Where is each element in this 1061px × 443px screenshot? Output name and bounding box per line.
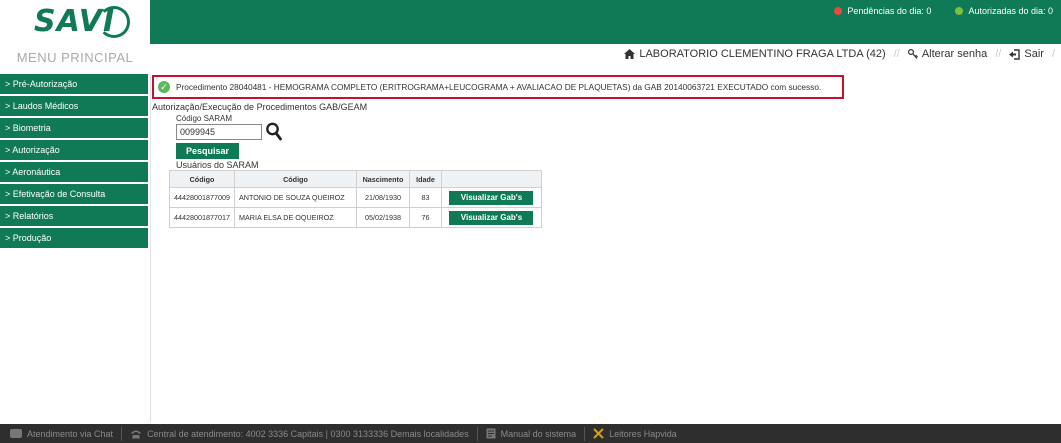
lab-info: LABORATORIO CLEMENTINO FRAGA LTDA (42) (624, 48, 886, 60)
phone-icon (131, 430, 142, 438)
column-header: Nascimento (355, 170, 410, 188)
visualizar-gabs-button[interactable]: Visualizar Gab's (449, 210, 534, 225)
logout-icon (1009, 48, 1021, 60)
lab-name: LABORATORIO CLEMENTINO FRAGA LTDA (42) (639, 48, 886, 60)
success-message: Procedimento 28040481 - HEMOGRAMA COMPLE… (176, 82, 822, 92)
table-header-row: Código Código Nascimento Idade (169, 170, 542, 188)
cell-nascimento: 21/08/1930 (355, 187, 410, 208)
success-alert: ✓ Procedimento 28040481 - HEMOGRAMA COMP… (152, 75, 844, 99)
sidebar-item-pre-autorizacao[interactable]: > Pré-Autorização (0, 74, 148, 94)
sair-button[interactable]: Sair (1009, 48, 1044, 60)
pendencias-stat[interactable]: Pendências do dia: 0 (834, 6, 931, 16)
users-table: Código Código Nascimento Idade 444280018… (169, 170, 542, 228)
sair-label: Sair (1024, 48, 1044, 60)
cell-action: Visualizar Gab's (440, 187, 542, 208)
separator: // (995, 48, 1002, 60)
chat-icon (10, 429, 22, 438)
pending-icon (834, 7, 843, 15)
column-header: Código (233, 170, 357, 188)
sidebar-item-laudos-medicos[interactable]: > Laudos Médicos (0, 96, 148, 116)
footer-leitores-link[interactable]: Leitores Hapvida (593, 428, 677, 439)
sidebar-item-aeronautica[interactable]: > Aeronáutica (0, 162, 148, 182)
column-header: Idade (408, 170, 442, 188)
authorized-icon (955, 7, 964, 15)
pendencias-label: Pendências do dia: 0 (847, 6, 932, 16)
column-header: Código (169, 170, 235, 188)
cell-codigo: 44428001877017 (169, 207, 235, 228)
footer-divider (476, 426, 478, 441)
cell-codigo: 44428001877009 (169, 187, 235, 208)
table-row: 44428001877009 ANTONIO DE SOUZA QUEIROZ … (169, 187, 542, 208)
visualizar-gabs-button[interactable]: Visualizar Gab's (449, 190, 534, 205)
logo-ring-icon (98, 6, 130, 38)
footer-bar: Atendimento via Chat Central de atendime… (0, 424, 1061, 443)
cell-nome: ANTONIO DE SOUZA QUEIROZ (233, 187, 357, 208)
separator: // (893, 48, 900, 60)
sidebar-divider (150, 74, 151, 422)
footer-divider (584, 426, 586, 441)
tools-icon (593, 428, 604, 439)
table-row: 44428001877017 MARIA ELSA DE OQUEIROZ 05… (169, 207, 542, 228)
footer-central-label: Central de atendimento: 4002 3336 Capita… (147, 428, 469, 439)
sidebar-item-autorizacao[interactable]: > Autorização (0, 140, 148, 160)
check-icon: ✓ (158, 81, 170, 93)
sidebar-item-producao[interactable]: > Produção (0, 228, 148, 248)
section-title: Autorização/Execução de Procedimentos GA… (152, 102, 368, 112)
sidebar-item-relatorios[interactable]: > Relatórios (0, 206, 148, 226)
alterar-senha-link[interactable]: Alterar senha (907, 48, 988, 60)
footer-manual-label: Manual do sistema (500, 428, 577, 439)
cell-action: Visualizar Gab's (440, 207, 542, 228)
sidebar-item-efetivacao-consulta[interactable]: > Efetivação de Consulta (0, 184, 148, 204)
sidebar-item-biometria[interactable]: > Biometria (0, 118, 148, 138)
daily-stats: Pendências do dia: 0 Autorizadas do dia:… (834, 6, 1053, 16)
footer-leitores-label: Leitores Hapvida (609, 428, 677, 439)
user-bar: LABORATORIO CLEMENTINO FRAGA LTDA (42) /… (624, 48, 1055, 60)
key-icon (907, 48, 918, 59)
home-icon (624, 49, 636, 59)
search-button[interactable]: Pesquisar (176, 143, 239, 159)
footer-central-info: Central de atendimento: 4002 3336 Capita… (130, 429, 469, 439)
column-header (440, 170, 542, 188)
sidebar: > Pré-Autorização > Laudos Médicos > Bio… (0, 74, 148, 250)
autorizadas-label: Autorizadas do dia: 0 (968, 6, 1053, 16)
cell-nascimento: 05/02/1938 (355, 207, 410, 228)
autorizadas-stat[interactable]: Autorizadas do dia: 0 (955, 6, 1053, 16)
footer-chat-link[interactable]: Atendimento via Chat (10, 429, 113, 439)
footer-chat-label: Atendimento via Chat (27, 428, 114, 439)
alterar-senha-label: Alterar senha (921, 48, 988, 60)
menu-title: MENU PRINCIPAL (16, 49, 134, 65)
footer-divider (121, 426, 123, 441)
footer-manual-link[interactable]: Manual do sistema (486, 428, 577, 439)
search-icon[interactable] (265, 120, 283, 142)
separator: / (1051, 48, 1055, 60)
users-label: Usuários do SARAM (176, 160, 259, 170)
cell-nome: MARIA ELSA DE OQUEIROZ (233, 207, 357, 228)
cell-idade: 83 (408, 187, 442, 208)
saram-label: Código SARAM (176, 114, 233, 123)
cell-idade: 76 (408, 207, 442, 228)
saram-input[interactable] (176, 124, 262, 140)
logo-container: SAVI (0, 0, 150, 44)
app-root: SAVI Pendências do dia: 0 Autorizadas do… (0, 0, 1061, 443)
document-icon (486, 428, 496, 439)
